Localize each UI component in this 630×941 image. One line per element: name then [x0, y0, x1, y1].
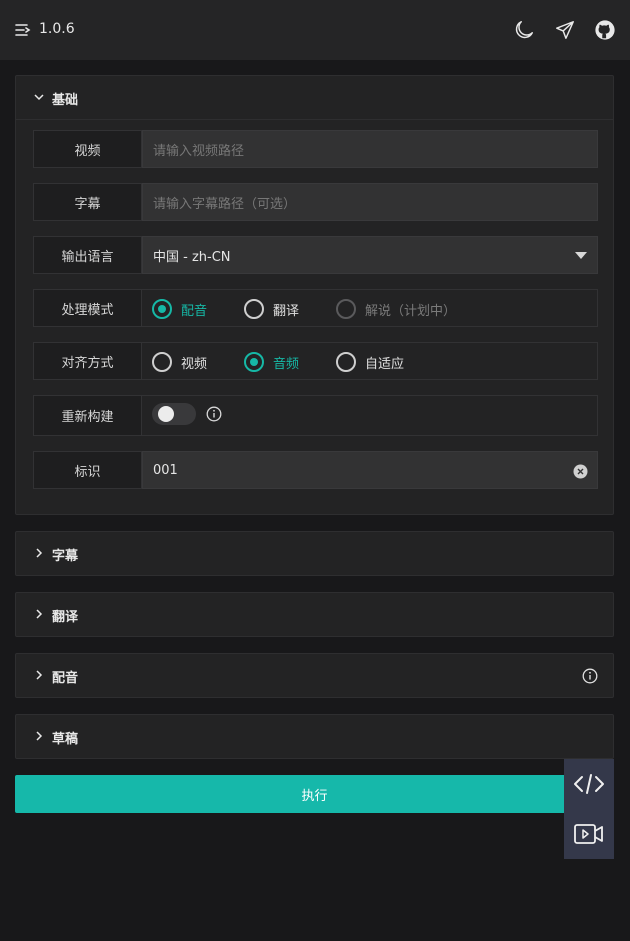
moon-icon[interactable]	[513, 19, 535, 41]
panel-translate-header[interactable]: 翻译	[16, 593, 613, 637]
output-language-row: 输出语言 中国 - zh-CN	[33, 236, 598, 274]
panel-dubbing: 配音	[15, 653, 614, 698]
send-icon[interactable]	[554, 19, 576, 41]
chevron-right-icon	[36, 609, 43, 619]
align-radio-adaptive[interactable]: 自适应	[336, 352, 404, 372]
chevron-right-icon	[36, 548, 43, 558]
chevron-down-icon	[34, 94, 44, 101]
panel-dubbing-header[interactable]: 配音	[16, 654, 613, 698]
video-row: 视频 请输入视频路径	[33, 130, 598, 168]
subtitle-row: 字幕 请输入字幕路径（可选）	[33, 183, 598, 221]
caret-down-icon	[575, 252, 587, 259]
chevron-right-icon	[36, 731, 43, 741]
chevron-right-icon	[36, 670, 43, 680]
rebuild-row: 重新构建	[33, 395, 598, 436]
mode-radio-narration-label: 解说（计划中）	[365, 303, 457, 319]
mode-radio-translate-label: 翻译	[273, 303, 300, 319]
rebuild-label: 重新构建	[33, 395, 142, 436]
output-language-select[interactable]: 中国 - zh-CN	[142, 236, 598, 274]
mode-radio-translate[interactable]: 翻译	[244, 299, 299, 319]
alignment-row: 对齐方式 视频 音频 自适应	[33, 342, 598, 380]
panel-basic-body	[16, 119, 613, 120]
rebuild-toggle[interactable]	[152, 403, 196, 425]
top-bar: 1.0.6	[0, 0, 630, 60]
identifier-input[interactable]: 001	[142, 451, 598, 489]
panel-draft-header[interactable]: 草稿	[16, 715, 613, 759]
subtitle-path-input[interactable]: 请输入字幕路径（可选）	[142, 183, 598, 221]
app-version: 1.0.6	[39, 21, 75, 37]
github-icon[interactable]	[594, 19, 616, 41]
alignment-options: 视频 音频 自适应	[142, 342, 598, 380]
panel-basic: 基础 视频 请输入视频路径 字幕 请输入字幕路径（可选） 输出语言 中国 - z…	[15, 75, 614, 515]
clear-icon[interactable]	[573, 464, 588, 479]
mode-radio-dubbing-label: 配音	[181, 303, 208, 319]
info-icon[interactable]	[582, 668, 598, 684]
execute-button[interactable]: 执行	[15, 775, 614, 813]
mode-radio-narration: 解说（计划中）	[336, 299, 456, 319]
subtitle-label: 字幕	[33, 183, 142, 221]
align-radio-audio[interactable]: 音频	[244, 352, 299, 372]
radio-checked-icon	[152, 299, 172, 319]
video-path-input[interactable]: 请输入视频路径	[142, 130, 598, 168]
alignment-label: 对齐方式	[33, 342, 142, 380]
video-preview-button[interactable]	[564, 809, 614, 859]
align-radio-video-label: 视频	[181, 356, 208, 372]
align-radio-video[interactable]: 视频	[152, 352, 207, 372]
code-icon	[574, 774, 604, 794]
identifier-value: 001	[153, 462, 178, 478]
panel-subtitle-header[interactable]: 字幕	[16, 532, 613, 576]
panel-title: 配音	[52, 671, 79, 686]
panel-draft: 草稿	[15, 714, 614, 759]
panel-basic-header[interactable]: 基础	[16, 76, 613, 120]
radio-unchecked-icon	[336, 352, 356, 372]
radio-unchecked-icon	[152, 352, 172, 372]
panel-title: 草稿	[52, 732, 79, 747]
code-button[interactable]	[564, 759, 614, 809]
identifier-row: 标识 001	[33, 451, 598, 489]
panel-title: 翻译	[52, 610, 79, 625]
identifier-label: 标识	[33, 451, 142, 489]
align-radio-adaptive-label: 自适应	[365, 356, 405, 372]
processing-mode-label: 处理模式	[33, 289, 142, 327]
processing-mode-options: 配音 翻译 解说（计划中）	[142, 289, 598, 327]
panel-title: 字幕	[52, 549, 79, 564]
toggle-knob	[158, 406, 174, 422]
panel-subtitle: 字幕	[15, 531, 614, 576]
video-camera-icon	[574, 824, 603, 844]
radio-disabled-icon	[336, 299, 356, 319]
info-icon[interactable]	[206, 406, 222, 422]
processing-mode-row: 处理模式 配音 翻译 解说（计划中）	[33, 289, 598, 327]
rebuild-control	[142, 395, 598, 436]
output-language-value: 中国 - zh-CN	[153, 249, 231, 265]
output-language-label: 输出语言	[33, 236, 142, 274]
radio-unchecked-icon	[244, 299, 264, 319]
align-radio-audio-label: 音频	[273, 356, 300, 372]
video-label: 视频	[33, 130, 142, 168]
panel-translate: 翻译	[15, 592, 614, 637]
menu-icon[interactable]	[15, 22, 31, 38]
radio-checked-icon	[244, 352, 264, 372]
mode-radio-dubbing[interactable]: 配音	[152, 299, 207, 319]
panel-title: 基础	[52, 93, 79, 108]
